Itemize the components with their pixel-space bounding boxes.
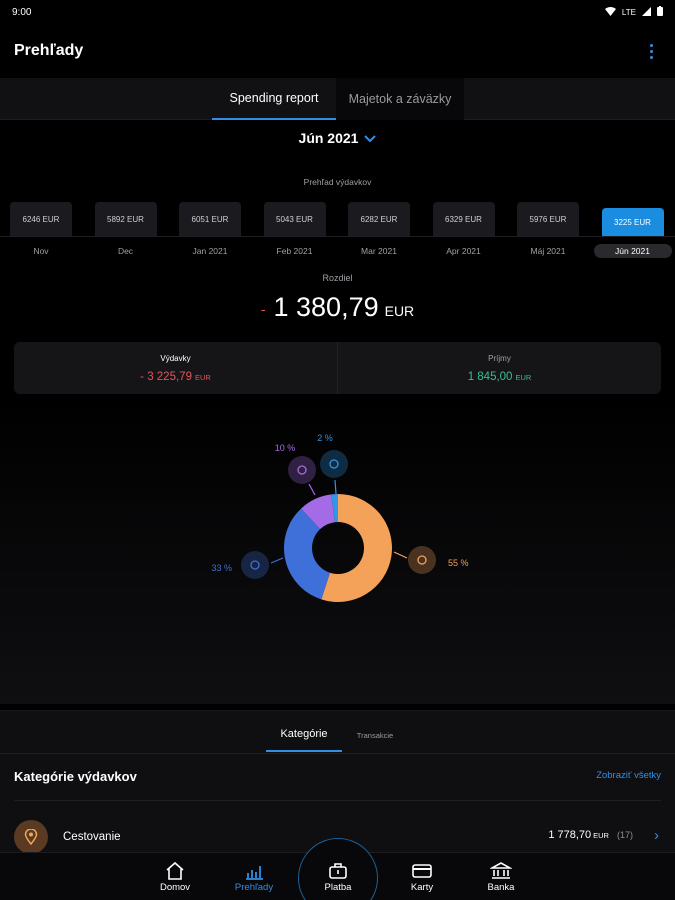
nav-overviews-label: Prehľady [234, 882, 274, 893]
shopping-bag-icon [241, 551, 269, 579]
spending-donut-chart: 55 % 33 % 10 % 2 % [211, 433, 469, 602]
month-bar-7[interactable]: 3225 EUR Jún 2021 [590, 200, 674, 268]
month-bar-5[interactable]: 6329 EUR Apr 2021 [421, 200, 505, 268]
month-bar-value: 6329 EUR [432, 202, 495, 236]
month-bar-6[interactable]: 5976 EUR Máj 2021 [505, 200, 589, 268]
fork-knife-icon [320, 450, 348, 478]
nav-payment[interactable]: Platba [303, 856, 373, 898]
tab-assets-liabilities[interactable]: Majetok a záväzky [336, 78, 464, 120]
bar-chart-icon [242, 860, 266, 882]
expenses-value: - 3 225,79 [140, 370, 192, 383]
tab-spending-report[interactable]: Spending report [212, 78, 336, 120]
difference-amount: 1 380,79 [273, 292, 379, 322]
payment-icon [326, 860, 350, 882]
category-amount-value: 1 778,70 [548, 829, 592, 841]
chevron-right-icon: › [654, 827, 659, 844]
chevron-down-icon [364, 132, 377, 146]
tabs-divider [0, 753, 675, 754]
map-pin-icon [408, 546, 436, 574]
month-bar-label: Mar 2021 [361, 246, 397, 256]
nav-home[interactable]: Domov [140, 856, 210, 898]
month-bar-2[interactable]: 6051 EUR Jan 2021 [167, 200, 251, 268]
tab-transactions[interactable]: Transakcie [342, 718, 408, 752]
status-icons: LTE [604, 6, 663, 18]
slice-percent-label-0: 55 % [448, 558, 469, 568]
shirt-icon [288, 456, 316, 484]
income-value: 1 845,00 [467, 370, 513, 383]
categories-title: Kategórie výdavkov [14, 769, 137, 784]
status-bar: 9:00 LTE [0, 0, 675, 24]
slice-percent-label-2: 10 % [275, 443, 296, 453]
show-all-link[interactable]: Zobraziť všetky [596, 770, 661, 781]
slice-percent-label-3: 2 % [317, 433, 333, 443]
month-bar-value: 6246 EUR [10, 202, 72, 236]
income-summary[interactable]: Príjmy 1 845,00 EUR [337, 342, 661, 394]
month-bar-4[interactable]: 6282 EUR Mar 2021 [336, 200, 420, 268]
month-bar-value: 5976 EUR [517, 202, 579, 236]
difference-value: -1 380,79 EUR [0, 292, 675, 323]
app-bar: Prehľady [0, 24, 675, 78]
month-bar-label: Jún 2021 [593, 244, 672, 258]
expenses-amount: - 3 225,79 EUR [140, 371, 211, 383]
nav-overviews[interactable]: Prehľady [219, 856, 289, 898]
card-icon [410, 860, 434, 882]
income-unit: EUR [515, 372, 532, 382]
slice-percent-label-1: 33 % [211, 563, 232, 573]
slice-leader-line-3 [334, 479, 337, 495]
month-bar-label: Apr 2021 [446, 246, 481, 256]
wifi-icon [604, 6, 616, 18]
map-pin-icon [14, 820, 48, 854]
month-bar-label: Dec [117, 246, 134, 256]
network-label: LTE [621, 7, 636, 17]
slice-leader-line-0 [393, 551, 408, 559]
status-time: 9:00 [12, 6, 32, 18]
month-selector[interactable]: Jún 2021 [0, 130, 675, 146]
monthly-spending-bars: 6246 EUR Nov 5892 EUR Dec 6051 EUR Jan 2021 50… [0, 200, 675, 268]
difference-label: Rozdiel [322, 273, 353, 283]
categories-divider [14, 800, 661, 801]
spending-overview-label: Prehľad výdavkov [303, 177, 372, 187]
nav-payment-label: Platba [324, 882, 352, 893]
nav-cards[interactable]: Karty [387, 856, 457, 898]
income-amount: 1 845,00 EUR [468, 371, 532, 383]
expenses-label: Výdavky [160, 353, 191, 363]
signal-icon [642, 6, 651, 18]
home-icon [163, 860, 187, 882]
nav-home-label: Domov [159, 882, 191, 893]
month-bar-label: Jan 2021 [192, 246, 228, 256]
battery-icon [657, 6, 663, 18]
month-bar-value: 5043 EUR [263, 202, 326, 236]
bars-baseline [0, 236, 675, 237]
bank-icon [489, 860, 513, 882]
difference-sign: - [260, 300, 266, 317]
month-label: Jún 2021 [298, 130, 359, 146]
difference-unit: EUR [384, 303, 415, 319]
tab-categories[interactable]: Kategórie [266, 718, 342, 752]
category-name: Cestovanie [63, 831, 121, 843]
category-amount-unit: EUR [593, 831, 609, 840]
month-bar-0[interactable]: 6246 EUR Nov [0, 200, 82, 268]
income-label: Príjmy [488, 353, 511, 363]
income-expense-summary: Výdavky - 3 225,79 EUR Príjmy 1 845,00 EUR [14, 342, 661, 394]
month-bar-label: Feb 2021 [276, 246, 313, 256]
month-bar-label: Nov [33, 246, 49, 256]
month-bar-value: 5892 EUR [94, 202, 157, 236]
month-bar-label: Máj 2021 [530, 246, 566, 256]
category-transaction-count: (17) [616, 830, 633, 840]
month-bar-value: 6051 EUR [179, 202, 241, 236]
nav-bank[interactable]: Banka [466, 856, 536, 898]
expenses-summary[interactable]: Výdavky - 3 225,79 EUR [14, 342, 337, 394]
category-amount: 1 778,70 EUR (17) [548, 829, 633, 841]
month-bar-value: 3225 EUR [601, 208, 664, 236]
month-bar-1[interactable]: 5892 EUR Dec [83, 200, 167, 268]
slice-leader-line-1 [270, 557, 284, 564]
month-bar-value: 6282 EUR [348, 202, 410, 236]
more-options-icon[interactable] [641, 36, 661, 66]
nav-cards-label: Karty [410, 882, 434, 893]
slice-leader-line-2 [308, 483, 316, 496]
page-title: Prehľady [14, 42, 84, 59]
month-bar-3[interactable]: 5043 EUR Feb 2021 [252, 200, 336, 268]
expenses-unit: EUR [194, 372, 211, 382]
nav-bank-label: Banka [487, 882, 515, 893]
